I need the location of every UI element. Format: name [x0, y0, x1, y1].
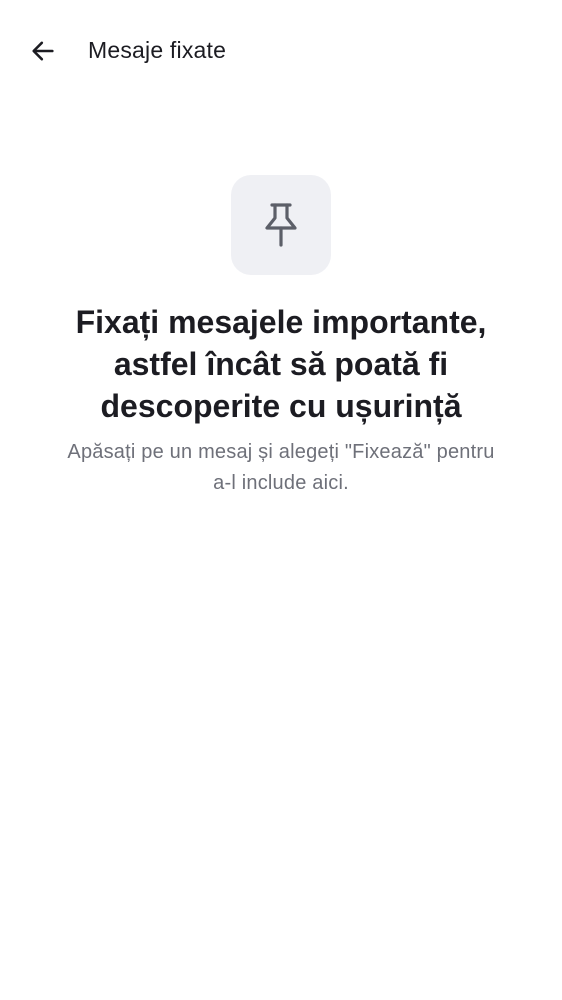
page-title: Mesaje fixate — [88, 37, 227, 63]
empty-state-headline: Fixați mesajele importante, astfel încât… — [75, 304, 487, 424]
back-button[interactable] — [22, 30, 64, 72]
arrow-left-icon — [32, 41, 54, 61]
pin-icon-tile — [231, 175, 331, 275]
pinned-messages-screen: Mesaje fixate Fixați mesajele importante… — [0, 0, 562, 1000]
top-app-bar: Mesaje fixate — [0, 0, 562, 100]
empty-state: Fixați mesajele importante, astfel încât… — [0, 175, 562, 499]
empty-state-description: Apăsați pe un mesaj și alegeți "Fixează"… — [67, 441, 495, 494]
pin-icon — [265, 203, 297, 247]
